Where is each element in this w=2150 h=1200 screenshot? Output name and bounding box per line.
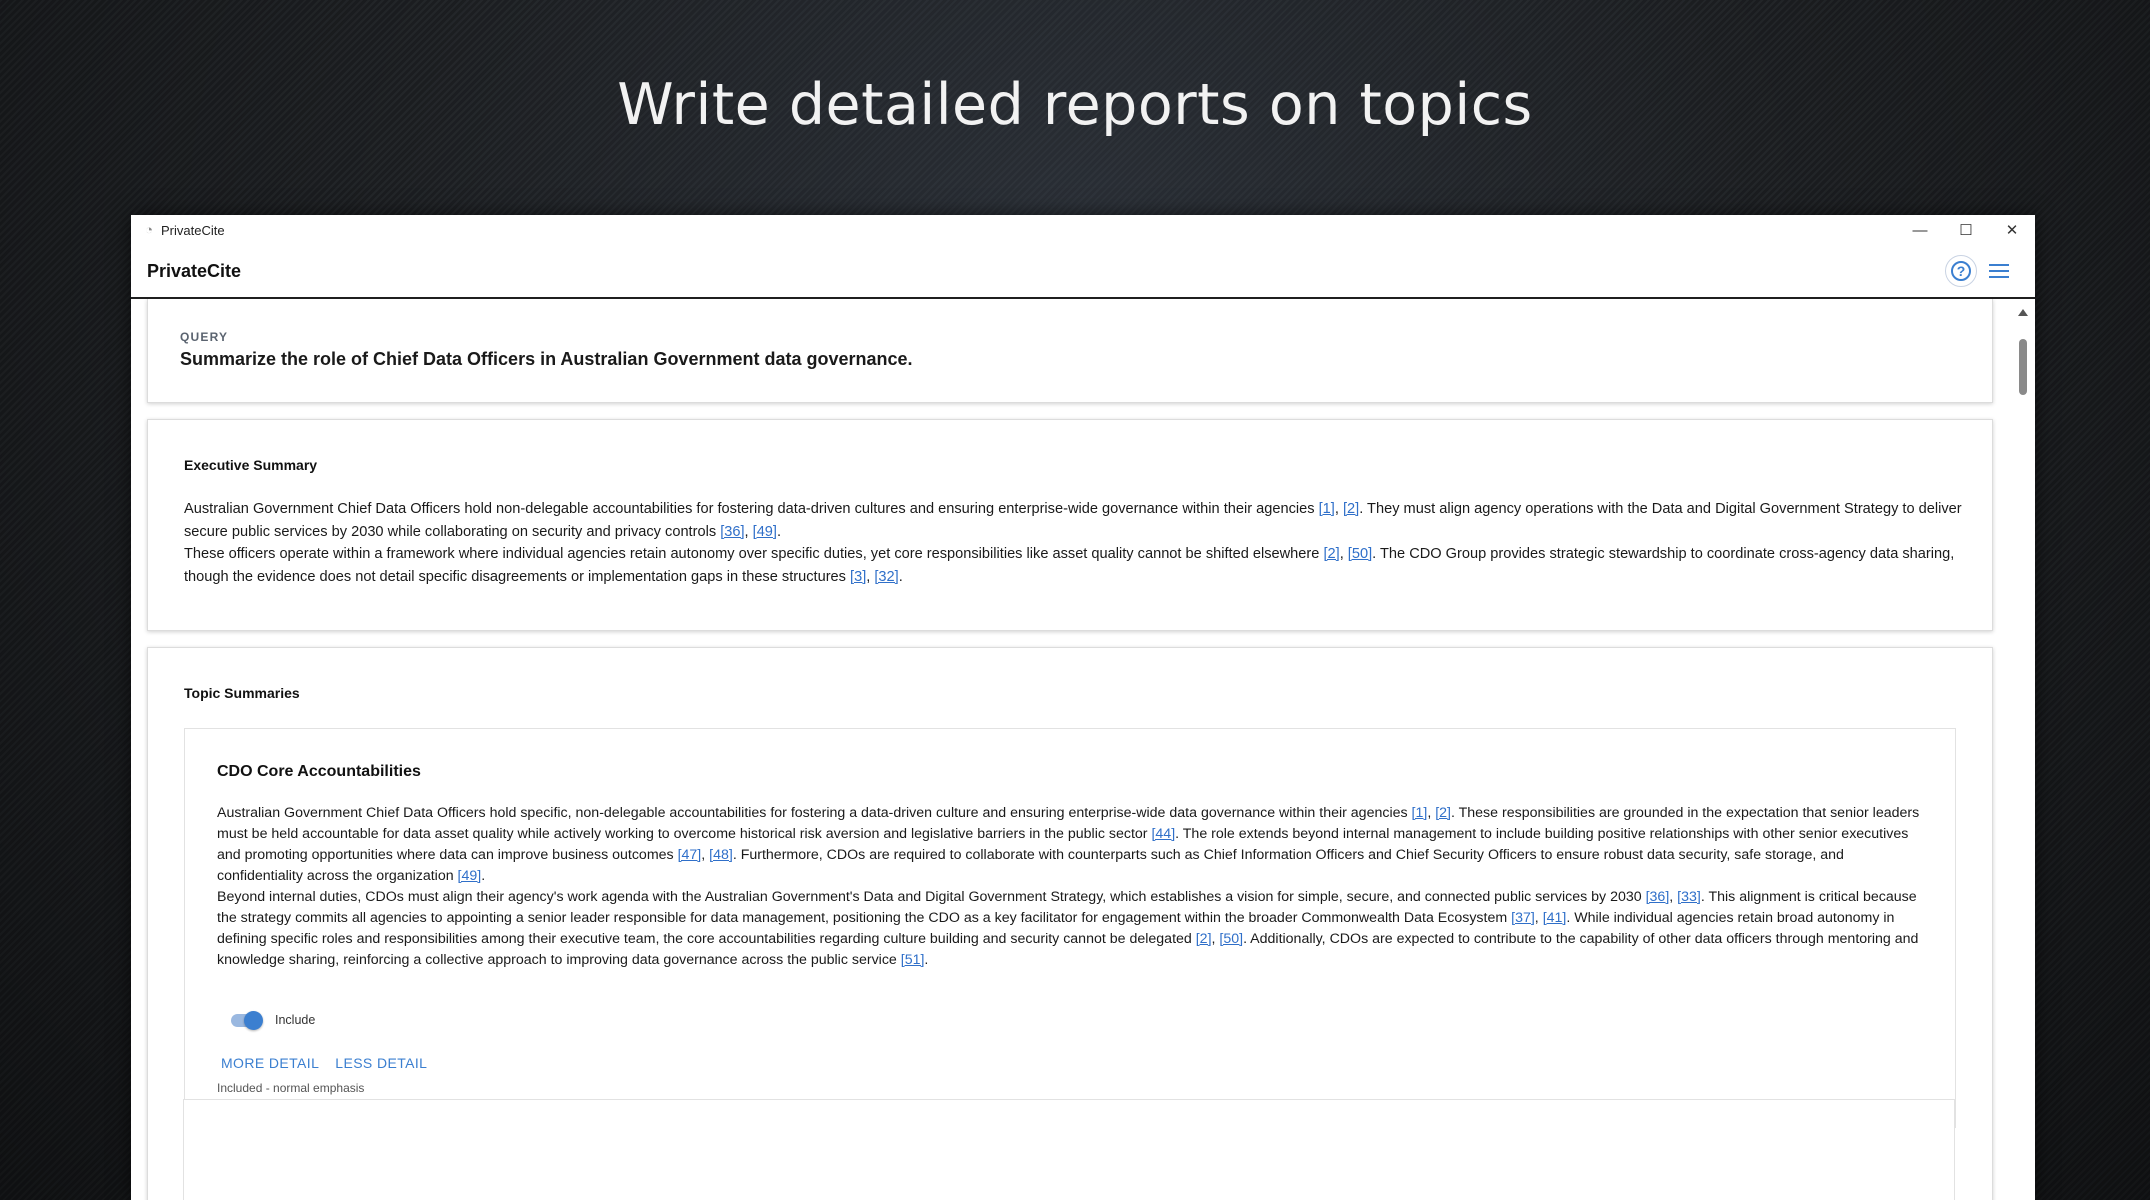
app-brand: PrivateCite	[147, 260, 242, 281]
app-window: ◔ PrivateCite — ☐ ✕ PrivateCite ? QUERY …	[131, 215, 2035, 1200]
query-label: QUERY	[180, 330, 229, 344]
help-button[interactable]: ?	[1945, 255, 1977, 287]
citation-link[interactable]: [44]	[1151, 826, 1175, 842]
citation-link[interactable]: [2]	[1323, 546, 1339, 562]
citation-link[interactable]: [50]	[1219, 931, 1243, 947]
executive-summary-paragraph: Australian Government Chief Data Officer…	[184, 501, 1962, 540]
more-detail-button[interactable]: MORE DETAIL	[221, 1053, 319, 1073]
topic-summaries-heading: Topic Summaries	[184, 685, 300, 701]
scrollbar-thumb[interactable]	[2019, 339, 2027, 395]
window-title: PrivateCite	[161, 222, 225, 238]
include-toggle-row: Include	[229, 1011, 316, 1030]
minimize-icon[interactable]: —	[1897, 215, 1943, 245]
maximize-icon[interactable]: ☐	[1943, 215, 1989, 245]
query-card: QUERY Summarize the role of Chief Data O…	[147, 299, 1993, 403]
scroll-up-icon[interactable]	[2018, 309, 2028, 316]
citation-link[interactable]: [33]	[1677, 889, 1701, 905]
citation-link[interactable]: [36]	[720, 524, 744, 540]
citation-link[interactable]: [49]	[753, 524, 777, 540]
citation-link[interactable]: [37]	[1511, 910, 1535, 926]
executive-summary-paragraph: These officers operate within a framewor…	[184, 546, 1955, 585]
detail-buttons: MORE DETAIL LESS DETAIL	[221, 1053, 427, 1073]
executive-summary-card: Executive Summary Australian Government …	[147, 419, 1993, 631]
help-icon: ?	[1951, 261, 1971, 281]
citation-link[interactable]: [2]	[1196, 931, 1212, 947]
topic-body: Australian Government Chief Data Officer…	[217, 803, 1927, 971]
citation-link[interactable]: [41]	[1543, 910, 1567, 926]
citation-link[interactable]: [47]	[678, 847, 702, 863]
citation-link[interactable]: [49]	[458, 868, 482, 884]
citation-link[interactable]: [48]	[709, 847, 733, 863]
citation-link[interactable]: [2]	[1435, 805, 1451, 821]
close-icon[interactable]: ✕	[1989, 215, 2035, 245]
window-titlebar: ◔ PrivateCite — ☐ ✕	[131, 215, 2035, 245]
citation-link[interactable]: [36]	[1646, 889, 1670, 905]
report-content[interactable]: QUERY Summarize the role of Chief Data O…	[131, 299, 2011, 1200]
banner-title: Write detailed reports on topics	[617, 72, 1533, 138]
hamburger-menu-icon[interactable]	[1989, 256, 2017, 286]
citation-link[interactable]: [2]	[1343, 501, 1359, 517]
app-icon: ◔	[145, 222, 153, 237]
citation-link[interactable]: [50]	[1348, 546, 1372, 562]
emphasis-status: Included - normal emphasis	[217, 1081, 365, 1095]
less-detail-button[interactable]: LESS DETAIL	[335, 1053, 427, 1073]
next-topic-card	[183, 1099, 1955, 1200]
citation-link[interactable]: [1]	[1412, 805, 1428, 821]
citation-link[interactable]: [32]	[874, 569, 898, 585]
topic-paragraph: Beyond internal duties, CDOs must align …	[217, 889, 1919, 968]
include-toggle[interactable]	[229, 1011, 263, 1030]
citation-link[interactable]: [1]	[1319, 501, 1335, 517]
include-toggle-label: Include	[275, 1013, 316, 1027]
vertical-scrollbar[interactable]	[2011, 299, 2035, 1200]
topic-paragraph: Australian Government Chief Data Officer…	[217, 805, 1920, 884]
app-header: PrivateCite ?	[131, 245, 2035, 299]
executive-summary-heading: Executive Summary	[184, 457, 318, 473]
executive-summary-body: Australian Government Chief Data Officer…	[184, 498, 1964, 588]
citation-link[interactable]: [51]	[901, 952, 925, 968]
topic-title: CDO Core Accountabilities	[217, 763, 421, 780]
query-text: Summarize the role of Chief Data Officer…	[180, 349, 913, 369]
topic-card: CDO Core Accountabilities Australian Gov…	[184, 728, 1956, 1128]
citation-link[interactable]: [3]	[850, 569, 866, 585]
